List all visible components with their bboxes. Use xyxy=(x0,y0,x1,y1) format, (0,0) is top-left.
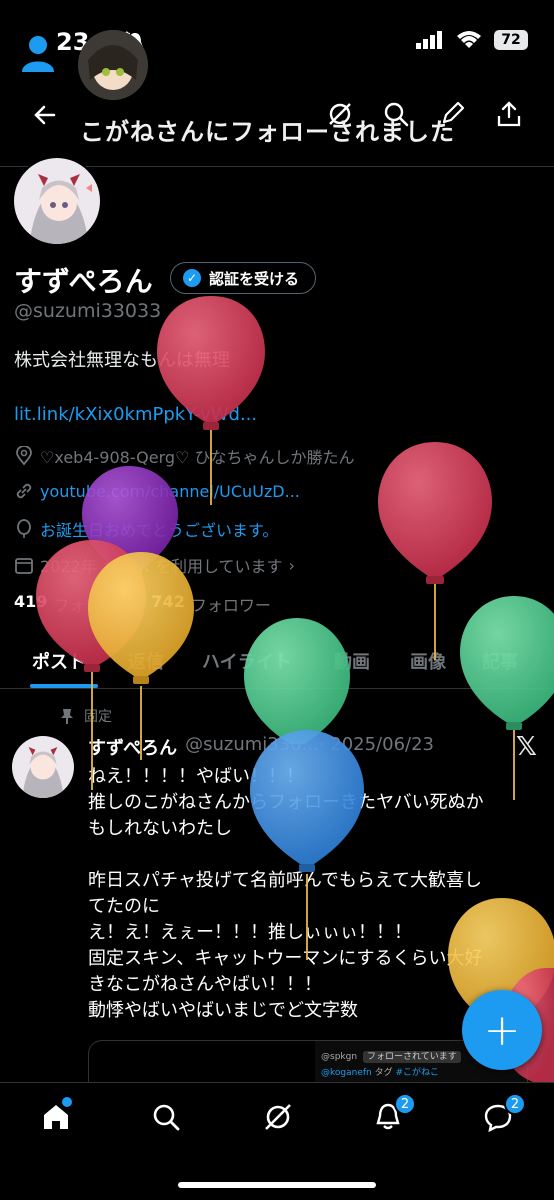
tab-replies[interactable]: 返信 xyxy=(128,648,164,674)
x-logo-icon: 𝕏 xyxy=(516,732,537,762)
media-follow-tag: フォローされています xyxy=(363,1051,461,1063)
balloon-icon xyxy=(17,519,31,538)
profile-avatar[interactable] xyxy=(12,156,102,246)
signal-icon xyxy=(416,31,442,49)
home-indicator xyxy=(178,1182,376,1188)
profile-bio-link[interactable]: lit.link/kXix0kmPpkY-vWd... xyxy=(14,404,257,425)
profile-birthday: お誕生日おめでとうございます。 xyxy=(40,521,279,540)
profile-bio: 株式会社無理なもんは無理 xyxy=(14,350,230,371)
status-avatar-icon xyxy=(20,34,56,72)
post-header: すずぺろん @suzumi330...· 2025/06/23 xyxy=(88,734,434,760)
profile-display-name: すずぺろん xyxy=(14,265,153,298)
battery-indicator: 72 xyxy=(494,30,528,50)
notifications-badge: 2 xyxy=(394,1093,416,1115)
tab-posts[interactable]: ポスト xyxy=(32,648,86,674)
profile-joined: 2022年 から X を利用しています xyxy=(40,557,283,576)
home-unread-dot xyxy=(62,1097,72,1107)
media-handle: @spkgn xyxy=(321,1052,358,1062)
notifications-icon[interactable]: 2 xyxy=(372,1093,416,1133)
back-arrow-icon[interactable] xyxy=(32,102,58,132)
compose-post-button[interactable]: + xyxy=(462,990,542,1070)
profile-website[interactable]: youtube.com/channel/UCuUzD... xyxy=(40,482,300,501)
wifi-icon xyxy=(457,31,481,48)
messages-icon[interactable]: 2 xyxy=(482,1093,526,1133)
verified-badge-icon: ✓ xyxy=(183,269,201,287)
home-icon[interactable] xyxy=(40,1097,72,1133)
profile-website-row: youtube.com/channel/UCuUzD... xyxy=(14,481,300,501)
profile-joined-row[interactable]: 2022年 から X を利用しています › xyxy=(14,553,295,577)
profile-location: ♡xeb4-908-Qerg♡ ひなちゃんしか勝たん xyxy=(40,448,355,467)
tabs-divider xyxy=(0,688,554,689)
get-verified-label: 認証を受ける xyxy=(209,269,300,288)
media-user: @koganefn xyxy=(321,1068,372,1078)
post-text: ねえ！！！！やばい！！！ 推しのこがねさんからフォローきたヤバい死ぬか もしれな… xyxy=(88,766,484,1021)
status-right: 72 xyxy=(416,30,528,50)
balloon-red xyxy=(378,442,492,660)
following-count[interactable]: 419 xyxy=(14,592,47,616)
grok-nav-icon[interactable] xyxy=(262,1101,294,1133)
plus-icon: + xyxy=(483,1004,521,1056)
pinned-label: 固定 xyxy=(84,709,112,725)
following-label[interactable]: フォロー xyxy=(53,592,117,616)
notification-avatar[interactable] xyxy=(78,30,148,100)
search-nav-icon[interactable] xyxy=(150,1101,182,1133)
get-verified-button[interactable]: ✓ 認証を受ける xyxy=(170,262,317,294)
tab-highlights[interactable]: ハイライト xyxy=(202,648,292,674)
tab-articles[interactable]: 記事 xyxy=(482,648,518,674)
balloon-red xyxy=(157,296,265,505)
share-icon[interactable] xyxy=(496,100,522,132)
profile-birthday-row: お誕生日おめでとうございます。 xyxy=(14,517,278,541)
link-icon xyxy=(16,483,32,499)
profile-handle: @suzumi33033 xyxy=(14,300,162,322)
header-title: こがねさんにフォローされました xyxy=(80,118,455,146)
chevron-right-icon: › xyxy=(288,555,295,575)
followers-label[interactable]: フォロワー xyxy=(191,592,271,616)
pin-icon xyxy=(61,709,73,724)
profile-tabs: ポスト 返信 ハイライト 動画 画像 記事 xyxy=(0,640,554,688)
tab-images[interactable]: 画像 xyxy=(410,648,446,674)
messages-badge: 2 xyxy=(504,1093,526,1115)
pinned-indicator: 固定 xyxy=(60,706,112,726)
post-handle-date: @suzumi330...· 2025/06/23 xyxy=(185,734,434,755)
media-tag-word: タグ xyxy=(374,1068,393,1078)
media-hashtag: #こがねこ xyxy=(395,1068,440,1078)
tab-videos[interactable]: 動画 xyxy=(334,648,370,674)
location-pin-icon xyxy=(16,446,32,466)
followers-count[interactable]: 742 xyxy=(151,592,184,616)
post-author[interactable]: すずぺろん xyxy=(88,734,177,760)
calendar-icon xyxy=(15,558,33,574)
post-avatar[interactable] xyxy=(12,736,74,798)
profile-location-row: ♡xeb4-908-Qerg♡ ひなちゃんしか勝たん xyxy=(14,444,355,468)
profile-follow-stats: 419 フォロー 742 フォロワー xyxy=(14,592,271,616)
